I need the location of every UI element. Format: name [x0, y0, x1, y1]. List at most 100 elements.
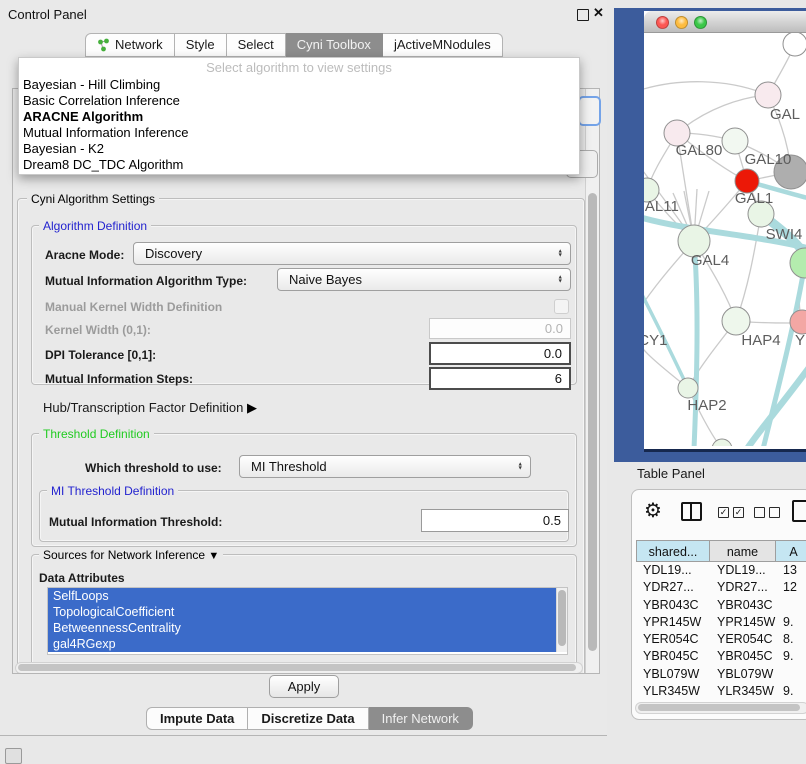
table-row[interactable]: YDR27...YDR27...12	[636, 579, 806, 596]
table-cell: 13	[776, 562, 806, 579]
dpi-tolerance-field[interactable]: 0.0	[429, 342, 571, 365]
show-columns-icon[interactable]	[681, 502, 702, 521]
table-row[interactable]: YER054CYER054C8.	[636, 631, 806, 648]
sources-group-title[interactable]: Sources for Network Inference ▼	[39, 548, 223, 562]
bottom-tab-discretize-data[interactable]: Discretize Data	[248, 707, 368, 730]
network-node-gal[interactable]	[755, 82, 781, 108]
dropdown-item[interactable]: ARACNE Algorithm	[19, 109, 579, 125]
which-threshold-value: MI Threshold	[251, 459, 327, 474]
node-label: Y	[795, 332, 805, 349]
dropdown-item[interactable]: Dream8 DC_TDC Algorithm	[19, 157, 579, 173]
node-label: GCY1	[644, 332, 667, 349]
settings-scrollpane: Cyni Algorithm Settings Algorithm Defini…	[12, 88, 600, 674]
network-node[interactable]	[783, 33, 806, 56]
node-label: HAP2	[687, 397, 726, 414]
network-node[interactable]	[790, 248, 806, 278]
collapse-down-icon[interactable]: ▼	[208, 550, 219, 562]
network-frame: GALGAL80GAL10GAL1GAL11SWI4GAL4GCY1HAP4YH…	[614, 8, 806, 462]
network-graph: GALGAL80GAL10GAL1GAL11SWI4GAL4GCY1HAP4YH…	[644, 33, 806, 446]
attribute-list-scrollbar[interactable]	[556, 588, 567, 652]
table-cell: YPR145W	[710, 614, 776, 631]
table-cell: YLR345W	[636, 683, 710, 700]
float-panel-icon[interactable]	[577, 9, 589, 21]
dropdown-item[interactable]: Bayesian - K2	[19, 141, 579, 157]
bottom-tab-infer-network[interactable]: Infer Network	[369, 707, 473, 730]
table-horizontal-scrollbar[interactable]	[635, 702, 806, 714]
dropdown-item[interactable]: Basic Correlation Inference	[19, 93, 579, 109]
tab-network[interactable]: Network	[85, 33, 175, 57]
mi-type-select[interactable]: Naive Bayes ▲▼	[277, 268, 571, 291]
spinner-arrows-icon: ▲▼	[558, 249, 563, 258]
table-settings-gear-icon[interactable]: ⚙	[644, 498, 662, 523]
deselect-all-icon[interactable]	[754, 507, 780, 518]
new-document-icon[interactable]	[792, 500, 806, 522]
table-cell	[776, 597, 806, 614]
hub-definition-label[interactable]: Hub/Transcription Factor Definition ▶	[43, 400, 257, 416]
attribute-list-item[interactable]: BetweennessCentrality	[48, 620, 567, 636]
table-cell: YPR145W	[636, 614, 710, 631]
kernel-width-field[interactable]: 0.0	[429, 318, 571, 339]
attribute-list-item[interactable]: SelfLoops	[48, 588, 567, 604]
kernel-width-label: Kernel Width (0,1):	[45, 323, 151, 337]
attribute-list-item[interactable]: gal4RGexp	[48, 636, 567, 652]
control-panel-title: Control Panel	[8, 7, 87, 22]
tab-style[interactable]: Style	[175, 33, 227, 57]
tab-jactivemnodules[interactable]: jActiveMNodules	[383, 33, 503, 57]
node-label: GAL	[770, 106, 800, 123]
bottom-tab-impute-data[interactable]: Impute Data	[146, 707, 248, 730]
data-attributes-list[interactable]: SelfLoopsTopologicalCoefficientBetweenne…	[47, 587, 568, 655]
data-attributes-label: Data Attributes	[39, 571, 125, 585]
table-cell: YDL19...	[710, 562, 776, 579]
mi-threshold-field[interactable]: 0.5	[421, 509, 569, 532]
node-label: SWI4	[766, 226, 803, 243]
cyni-settings-group-title: Cyni Algorithm Settings	[27, 192, 159, 206]
column-header-name[interactable]: name	[710, 540, 776, 562]
table-row[interactable]: YPR145WYPR145W9.	[636, 614, 806, 631]
mi-steps-field[interactable]: 6	[429, 367, 571, 390]
tab-cyni-toolbox[interactable]: Cyni Toolbox	[286, 33, 383, 57]
which-threshold-label: Which threshold to use:	[85, 461, 222, 475]
tab-select[interactable]: Select	[227, 33, 286, 57]
manual-kernel-label: Manual Kernel Width Definition	[45, 300, 222, 314]
network-canvas[interactable]: GALGAL80GAL10GAL1GAL11SWI4GAL4GCY1HAP4YH…	[644, 33, 806, 446]
node-label: GAL1	[735, 190, 773, 207]
table-row[interactable]: YDL19...YDL19...13	[636, 562, 806, 579]
network-node-hap4[interactable]	[722, 307, 750, 335]
table-cell: YBR045C	[636, 648, 710, 665]
select-all-icon[interactable]: ✓✓	[718, 507, 744, 518]
table-cell: YLR345W	[710, 683, 776, 700]
dropdown-item[interactable]: Bayesian - Hill Climbing	[19, 77, 579, 93]
network-node[interactable]	[712, 439, 732, 446]
screen: { "icons": {"close":"✕","collapse_right"…	[0, 0, 806, 762]
zoom-window-icon[interactable]	[694, 16, 707, 29]
aracne-mode-select[interactable]: Discovery ▲▼	[133, 242, 571, 265]
table-row[interactable]: YBR043CYBR043C	[636, 597, 806, 614]
close-window-icon[interactable]	[656, 16, 669, 29]
attribute-list-item[interactable]: TopologicalCoefficient	[48, 604, 567, 620]
apply-button[interactable]: Apply	[269, 675, 339, 698]
control-panel-window: Control Panel ✕ NetworkStyleSelectCyni T…	[0, 0, 608, 736]
table-cell: YER054C	[636, 631, 710, 648]
close-panel-icon[interactable]: ✕	[593, 5, 604, 21]
mi-steps-label: Mutual Information Steps:	[45, 372, 193, 386]
network-view-window[interactable]: GALGAL80GAL10GAL1GAL11SWI4GAL4GCY1HAP4YH…	[644, 11, 806, 452]
table-cell: YDR27...	[636, 579, 710, 596]
manual-kernel-checkbox[interactable]	[554, 299, 569, 314]
algorithm-dropdown-items: Bayesian - Hill ClimbingBasic Correlatio…	[19, 77, 579, 173]
table-row[interactable]: YBL079WYBL079W	[636, 666, 806, 683]
table-cell: YBR043C	[636, 597, 710, 614]
settings-horizontal-scrollbar[interactable]	[15, 662, 583, 674]
node-label: GAL80	[676, 142, 723, 159]
network-node-hap2[interactable]	[678, 378, 698, 398]
column-header-a[interactable]: A	[776, 540, 806, 562]
table-cell: YBR043C	[710, 597, 776, 614]
table-cell: 9.	[776, 648, 806, 665]
table-header-row: shared...nameA	[636, 540, 806, 562]
table-row[interactable]: YLR345WYLR345W9.	[636, 683, 806, 700]
minimize-window-icon[interactable]	[675, 16, 688, 29]
which-threshold-select[interactable]: MI Threshold ▲▼	[239, 455, 531, 478]
dropdown-item[interactable]: Mutual Information Inference	[19, 125, 579, 141]
table-row[interactable]: YBR045CYBR045C9.	[636, 648, 806, 665]
column-header-shared[interactable]: shared...	[636, 540, 710, 562]
expand-right-icon[interactable]: ▶	[247, 400, 257, 415]
